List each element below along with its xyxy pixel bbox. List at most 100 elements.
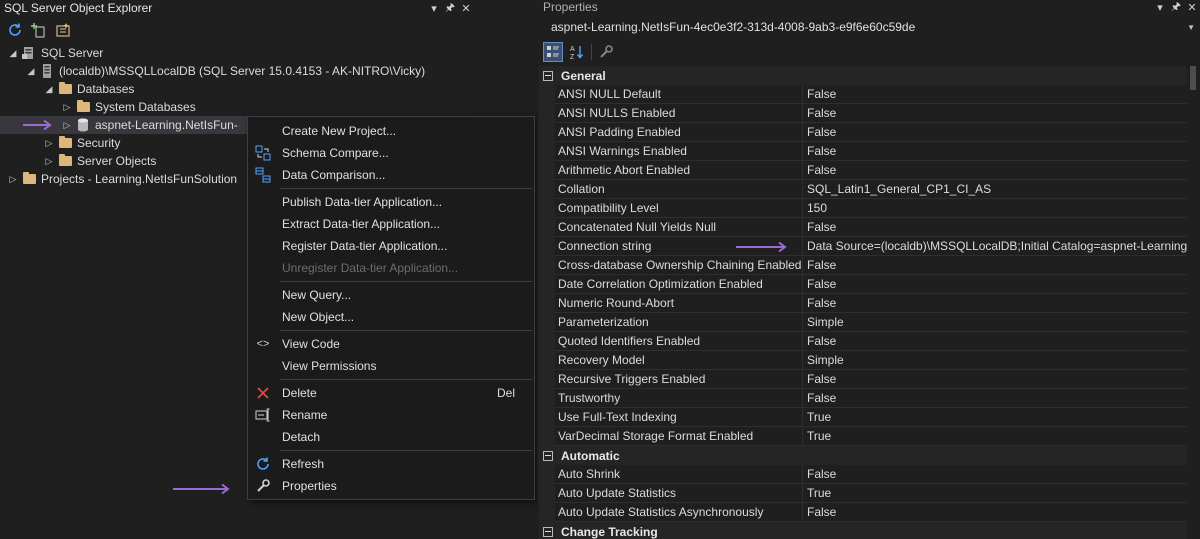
database-context-menu: Create New Project... Schema Compare... … bbox=[247, 116, 535, 500]
category-change-tracking[interactable]: Change Tracking bbox=[539, 522, 1187, 539]
property-pages-icon[interactable] bbox=[596, 42, 616, 62]
property-row[interactable]: ANSI NULL Default False bbox=[539, 85, 1187, 104]
menu-item-view-permissions[interactable]: View Permissions bbox=[248, 355, 534, 377]
menu-item-new-query[interactable]: New Query... bbox=[248, 284, 534, 306]
tree-node-localdb[interactable]: ◢ (localdb)\MSSQLLocalDB (SQL Server 15.… bbox=[24, 62, 425, 80]
folder-icon bbox=[56, 135, 74, 151]
property-row[interactable]: ANSI NULLS Enabled False bbox=[539, 104, 1187, 123]
property-row[interactable]: Date Correlation Optimization Enabled Fal… bbox=[539, 275, 1187, 294]
property-row[interactable]: ANSI Padding Enabled False bbox=[539, 123, 1187, 142]
collapsed-icon[interactable]: ▷ bbox=[60, 102, 74, 113]
expanded-icon[interactable]: ◢ bbox=[24, 66, 38, 77]
category-automatic[interactable]: Automatic bbox=[539, 446, 1187, 465]
menu-separator bbox=[280, 281, 532, 282]
categorized-icon[interactable] bbox=[543, 42, 563, 62]
dropdown-icon[interactable]: ▾ bbox=[1152, 1, 1168, 14]
menu-separator bbox=[280, 330, 532, 331]
refresh-icon[interactable] bbox=[6, 21, 24, 39]
property-row[interactable]: Numeric Round-Abort False bbox=[539, 294, 1187, 313]
properties-toolbar: AZ bbox=[539, 40, 616, 64]
tree-node-projects[interactable]: ▷ Projects - Learning.NetIsFunSolution bbox=[6, 170, 237, 188]
database-icon bbox=[74, 117, 92, 133]
properties-titlebar: Properties ▾ 🖈 ✕ bbox=[537, 0, 1200, 14]
collapsed-icon[interactable]: ▷ bbox=[42, 138, 56, 149]
collapsed-icon[interactable]: ▷ bbox=[60, 120, 74, 131]
code-icon: <> bbox=[256, 338, 270, 350]
delete-shortcut: Del bbox=[497, 386, 516, 400]
menu-item-extract-data-tier[interactable]: Extract Data-tier Application... bbox=[248, 213, 534, 235]
tree-node-sql-server[interactable]: ◢ SQL Server bbox=[6, 44, 104, 62]
menu-item-new-object[interactable]: New Object... bbox=[248, 306, 534, 328]
collapse-icon[interactable] bbox=[543, 526, 553, 537]
property-row[interactable]: Compatibility Level 150 bbox=[539, 199, 1187, 218]
menu-item-register-data-tier[interactable]: Register Data-tier Application... bbox=[248, 235, 534, 257]
tree-label: Server Objects bbox=[77, 154, 157, 168]
explorer-toolbar bbox=[0, 16, 474, 44]
menu-separator bbox=[280, 450, 532, 451]
tree-node-server-objects[interactable]: ▷ Server Objects bbox=[42, 152, 156, 170]
menu-item-view-code[interactable]: <> View Code bbox=[248, 333, 534, 355]
object-selector[interactable]: aspnet-Learning.NetIsFun-4ec0e3f2-313d-4… bbox=[539, 16, 1195, 38]
menu-item-create-new-project[interactable]: Create New Project... bbox=[248, 120, 534, 142]
menu-item-detach[interactable]: Detach bbox=[248, 426, 534, 448]
menu-item-delete[interactable]: Delete Del bbox=[248, 382, 534, 404]
collapse-icon[interactable] bbox=[543, 450, 553, 461]
refresh-icon bbox=[254, 455, 272, 473]
close-icon[interactable]: ✕ bbox=[1184, 1, 1200, 14]
property-row[interactable]: ANSI Warnings Enabled False bbox=[539, 142, 1187, 161]
scrollbar-thumb[interactable] bbox=[1190, 66, 1196, 90]
alphabetical-icon[interactable]: AZ bbox=[567, 42, 587, 62]
server-instance-icon bbox=[38, 63, 56, 79]
pin-icon[interactable]: 🖈 bbox=[1168, 0, 1184, 17]
property-row[interactable]: Auto Shrink False bbox=[539, 465, 1187, 484]
expanded-icon[interactable]: ◢ bbox=[6, 48, 20, 59]
menu-item-schema-compare[interactable]: Schema Compare... bbox=[248, 142, 534, 164]
tree-node-system-databases[interactable]: ▷ System Databases bbox=[60, 98, 196, 116]
expanded-icon[interactable]: ◢ bbox=[42, 84, 56, 95]
tree-node-security[interactable]: ▷ Security bbox=[42, 134, 120, 152]
tree-label: Projects - Learning.NetIsFunSolution bbox=[41, 172, 238, 186]
pin-icon[interactable]: 🖈 bbox=[442, 0, 458, 18]
property-row[interactable]: Auto Update Statistics Asynchronously Fal… bbox=[539, 503, 1187, 522]
tree-node-databases[interactable]: ◢ Databases bbox=[42, 80, 134, 98]
add-server-icon[interactable] bbox=[30, 21, 48, 39]
menu-item-publish-data-tier[interactable]: Publish Data-tier Application... bbox=[248, 191, 534, 213]
dropdown-icon[interactable]: ▾ bbox=[426, 2, 442, 15]
property-row[interactable]: Concatenated Null Yields Null False bbox=[539, 218, 1187, 237]
collapse-icon[interactable] bbox=[543, 70, 553, 81]
tree-label: (localdb)\MSSQLLocalDB (SQL Server 15.0.… bbox=[59, 64, 426, 78]
chevron-down-icon[interactable]: ▼ bbox=[1187, 23, 1195, 32]
property-row[interactable]: Recursive Triggers Enabled False bbox=[539, 370, 1187, 389]
property-row[interactable]: Recovery Model Simple bbox=[539, 351, 1187, 370]
property-row[interactable]: VarDecimal Storage Format Enabled True bbox=[539, 427, 1187, 446]
tree-label: aspnet-Learning.NetIsFun- bbox=[95, 118, 238, 132]
menu-item-properties[interactable]: Properties bbox=[248, 475, 534, 497]
schema-compare-icon bbox=[254, 144, 272, 162]
property-row[interactable]: Trustworthy False bbox=[539, 389, 1187, 408]
close-icon[interactable]: ✕ bbox=[458, 2, 474, 15]
menu-item-data-comparison[interactable]: Data Comparison... bbox=[248, 164, 534, 186]
property-row[interactable]: Cross-database Ownership Chaining Enable… bbox=[539, 256, 1187, 275]
property-row[interactable]: Auto Update Statistics True bbox=[539, 484, 1187, 503]
annotation-arrow-icon bbox=[173, 483, 230, 495]
folder-icon bbox=[56, 81, 74, 97]
property-row[interactable]: Arithmetic Abort Enabled False bbox=[539, 161, 1187, 180]
property-row[interactable]: Collation SQL_Latin1_General_CP1_CI_AS bbox=[539, 180, 1187, 199]
category-general[interactable]: General bbox=[539, 66, 1187, 85]
property-row[interactable]: Parameterization Simple bbox=[539, 313, 1187, 332]
properties-title: Properties bbox=[543, 0, 598, 14]
property-row[interactable]: Quoted Identifiers Enabled False bbox=[539, 332, 1187, 351]
server-icon bbox=[20, 45, 38, 61]
collapsed-icon[interactable]: ▷ bbox=[42, 156, 56, 167]
explorer-title: SQL Server Object Explorer bbox=[4, 1, 153, 15]
menu-item-refresh[interactable]: Refresh bbox=[248, 453, 534, 475]
annotation-arrow-icon bbox=[23, 119, 52, 131]
collapsed-icon[interactable]: ▷ bbox=[6, 174, 20, 185]
menu-item-unregister-data-tier: Unregister Data-tier Application... bbox=[282, 261, 459, 275]
property-row-connection-string[interactable]: Connection string Data Source=(localdb)\M… bbox=[539, 237, 1187, 256]
new-project-icon[interactable] bbox=[54, 21, 72, 39]
tree-label: System Databases bbox=[95, 100, 196, 114]
vertical-scrollbar[interactable] bbox=[1188, 66, 1198, 539]
property-row[interactable]: Use Full-Text Indexing True bbox=[539, 408, 1187, 427]
menu-item-rename[interactable]: Rename bbox=[248, 404, 534, 426]
